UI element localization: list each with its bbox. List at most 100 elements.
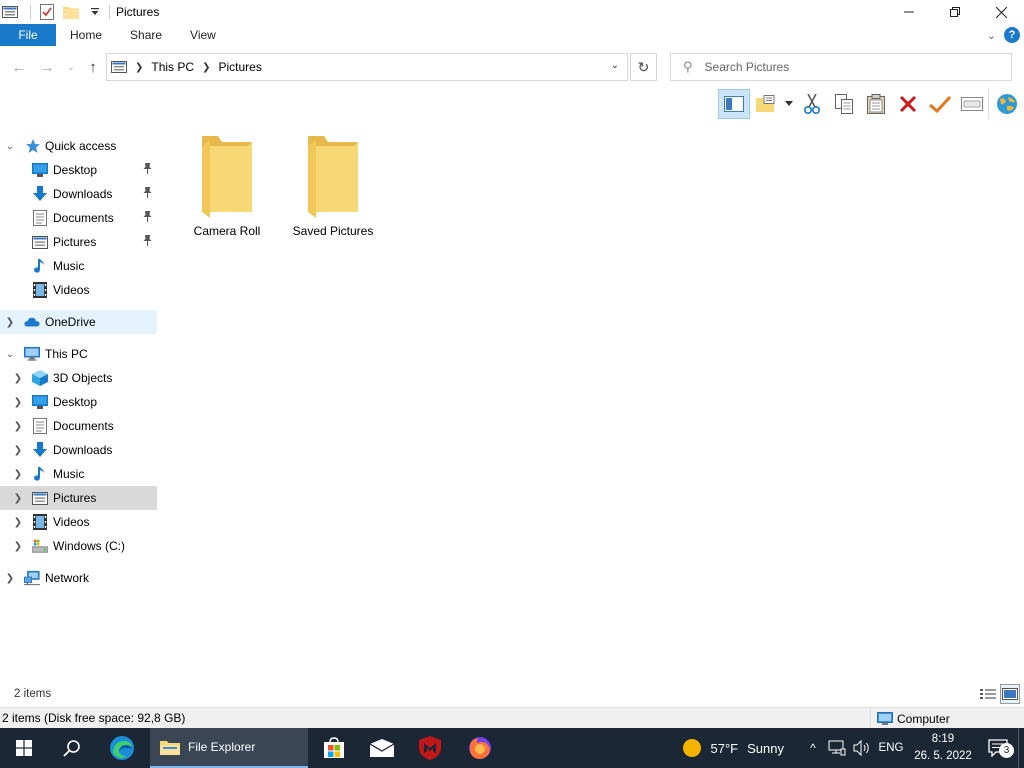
customize-qat-icon[interactable] (87, 4, 103, 20)
search-box[interactable]: ⚲ (670, 53, 1012, 81)
expand-chevron-icon[interactable]: ❯ (12, 517, 24, 528)
collapse-chevron-icon[interactable]: ⌄ (4, 349, 16, 360)
tab-home[interactable]: Home (56, 24, 116, 46)
help-icon[interactable]: ? (1004, 27, 1020, 43)
disk-info: 2 items (Disk free space: 92,8 GB) (2, 711, 186, 725)
tab-file[interactable]: File (0, 24, 56, 46)
firefox-taskbar-button[interactable] (456, 728, 504, 768)
nav-this-pc[interactable]: ⌄ This PC (0, 342, 157, 366)
breadcrumb-separator[interactable]: ❯ (202, 62, 210, 73)
tab-share[interactable]: Share (116, 24, 176, 46)
preview-pane-button[interactable] (718, 89, 750, 119)
nav-item-pictures[interactable]: ❯ Pictures (0, 486, 157, 510)
breadcrumb-separator[interactable]: ❯ (135, 62, 143, 73)
nav-item-videos[interactable]: ❯ Videos (0, 510, 157, 534)
nav-quick-access[interactable]: ⌄ Quick access (0, 134, 157, 158)
nav-quick-access-label: Quick access (45, 139, 117, 153)
volume-icon[interactable] (850, 740, 874, 756)
nav-item-desktop[interactable]: ❯ Desktop (0, 390, 157, 414)
sun-icon (682, 739, 701, 757)
collapse-chevron-icon[interactable]: ⌄ (4, 141, 16, 152)
refresh-button[interactable]: ↻ (630, 53, 657, 81)
language-indicator[interactable]: ENG (874, 742, 908, 754)
delete-icon[interactable] (892, 89, 924, 119)
nav-item-music[interactable]: Music (0, 254, 157, 278)
folder-item[interactable]: Saved Pictures (288, 132, 378, 242)
close-button[interactable] (978, 0, 1024, 24)
expand-chevron-icon[interactable]: ❯ (4, 317, 16, 328)
expand-chevron-icon[interactable]: ❯ (12, 469, 24, 480)
back-button[interactable]: ← (8, 56, 30, 78)
expand-ribbon-icon[interactable]: ⌄ (987, 29, 996, 42)
weather-widget[interactable]: 57°F Sunny (682, 738, 784, 758)
start-button[interactable] (0, 728, 48, 768)
nav-item-windows-c[interactable]: ❯ Windows (C:) (0, 534, 157, 558)
breadcrumb-pictures[interactable]: Pictures (218, 60, 261, 74)
address-bar[interactable]: ❯ This PC ❯ Pictures ⌄ (106, 53, 628, 81)
videos-icon (32, 514, 48, 530)
globe-icon[interactable] (988, 89, 1024, 119)
network-status-icon[interactable] (824, 740, 850, 756)
location-indicator: Computer (870, 708, 950, 729)
search-input[interactable] (704, 60, 985, 74)
details-view-icon[interactable] (978, 684, 998, 704)
address-dropdown-icon[interactable]: ⌄ (611, 60, 619, 71)
window-icon[interactable] (2, 4, 18, 20)
nav-item-documents[interactable]: Documents (0, 206, 157, 230)
pin-icon[interactable] (143, 235, 152, 249)
expand-chevron-icon[interactable]: ❯ (12, 493, 24, 504)
show-hidden-icons-icon[interactable]: ^ (802, 741, 824, 755)
expand-chevron-icon[interactable]: ❯ (12, 373, 24, 384)
properties-button[interactable] (750, 89, 782, 119)
drive-icon (32, 538, 48, 554)
pin-icon[interactable] (143, 211, 152, 225)
nav-item-documents[interactable]: ❯ Documents (0, 414, 157, 438)
breadcrumb-this-pc[interactable]: This PC (151, 60, 194, 74)
up-button[interactable]: ↑ (82, 56, 104, 78)
pin-icon[interactable] (143, 163, 152, 177)
mail-taskbar-button[interactable] (358, 728, 406, 768)
minimize-button[interactable] (886, 0, 932, 24)
nav-network[interactable]: ❯ Network (0, 566, 157, 590)
folder-name: Camera Roll (193, 224, 261, 238)
file-explorer-taskbar-button[interactable]: File Explorer (150, 728, 308, 768)
pin-icon[interactable] (143, 187, 152, 201)
paste-icon[interactable] (860, 89, 892, 119)
nav-item-downloads[interactable]: ❯ Downloads (0, 438, 157, 462)
nav-item-downloads[interactable]: Downloads (0, 182, 157, 206)
expand-chevron-icon[interactable]: ❯ (4, 573, 16, 584)
store-taskbar-button[interactable] (310, 728, 358, 768)
nav-item-3d-objects[interactable]: ❯ 3D Objects (0, 366, 157, 390)
folder-item[interactable]: Camera Roll (182, 132, 272, 242)
notifications-button[interactable]: 3 (978, 739, 1018, 758)
large-icons-view-icon[interactable] (1000, 684, 1020, 704)
expand-chevron-icon[interactable]: ❯ (12, 541, 24, 552)
tab-view[interactable]: View (176, 24, 230, 46)
expand-chevron-icon[interactable]: ❯ (12, 397, 24, 408)
mcafee-taskbar-button[interactable] (406, 728, 454, 768)
clock[interactable]: 8:19 26. 5. 2022 (908, 731, 978, 765)
nav-item-desktop[interactable]: Desktop (0, 158, 157, 182)
check-icon[interactable] (924, 89, 956, 119)
copy-icon[interactable] (828, 89, 860, 119)
edge-taskbar-button[interactable] (98, 728, 146, 768)
nav-onedrive[interactable]: ❯ OneDrive (0, 310, 157, 334)
new-folder-icon[interactable] (63, 4, 79, 20)
mcafee-icon (419, 736, 441, 760)
forward-button[interactable]: → (36, 56, 58, 78)
cut-icon[interactable] (796, 89, 828, 119)
nav-item-pictures[interactable]: Pictures (0, 230, 157, 254)
nav-item-videos[interactable]: Videos (0, 278, 157, 302)
rename-icon[interactable] (956, 89, 988, 119)
expand-chevron-icon[interactable]: ❯ (12, 421, 24, 432)
properties-icon[interactable] (39, 4, 55, 20)
search-taskbar-button[interactable] (48, 728, 96, 768)
expand-chevron-icon[interactable]: ❯ (12, 445, 24, 456)
nav-item-music[interactable]: ❯ Music (0, 462, 157, 486)
show-desktop-button[interactable] (1018, 728, 1024, 768)
file-explorer-label: File Explorer (188, 740, 256, 754)
documents-icon (32, 210, 48, 226)
recent-locations-button[interactable]: ⌄ (60, 56, 82, 78)
restore-button[interactable] (932, 0, 978, 24)
view-dropdown-icon[interactable] (782, 89, 796, 119)
